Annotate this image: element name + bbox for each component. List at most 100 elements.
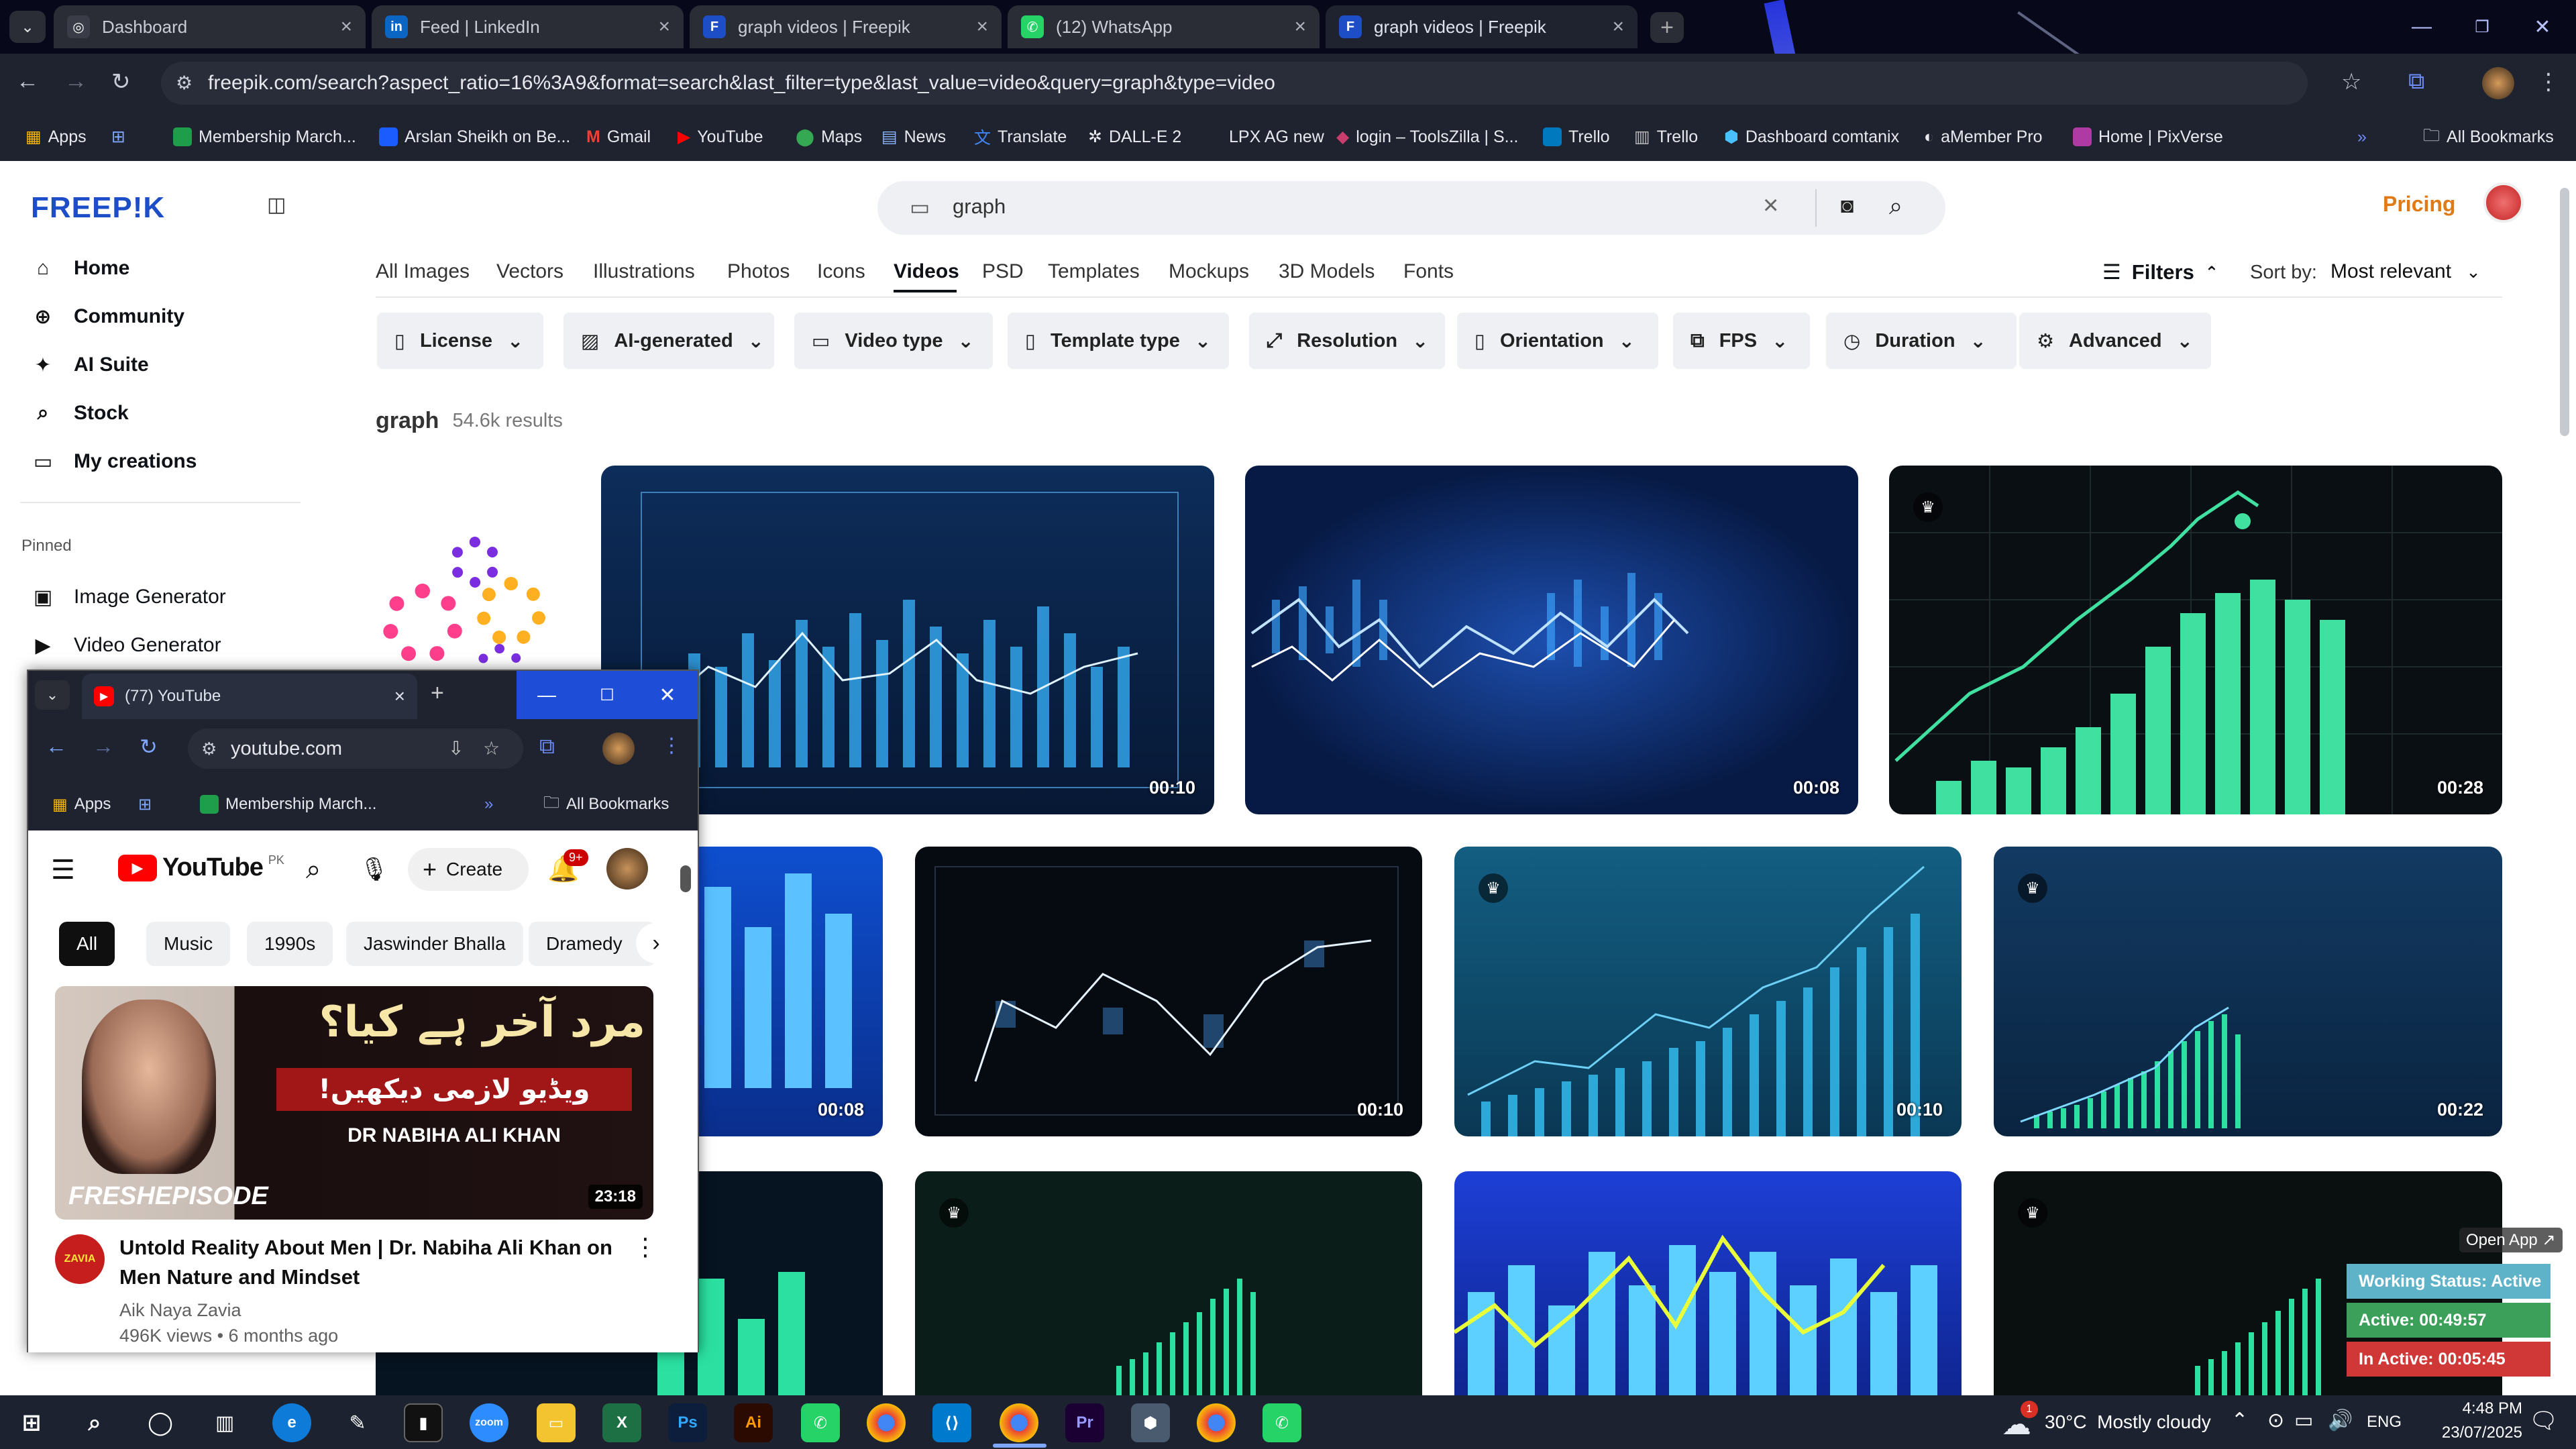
new-tab-icon[interactable]: +	[431, 680, 444, 706]
open-app-link[interactable]: Open App ↗	[2459, 1228, 2563, 1252]
minimize-button[interactable]: —	[2388, 0, 2455, 54]
video-thumbnail[interactable]: ♛	[915, 1171, 1422, 1395]
filter-resolution[interactable]: ⤢ Resolution ⌄	[1249, 313, 1445, 369]
browser-tab-linkedin[interactable]: in Feed | LinkedIn ×	[372, 5, 684, 48]
bookmark-grid[interactable]: ⊞	[111, 113, 125, 161]
chip-1990s[interactable]: 1990s	[247, 922, 333, 966]
bookmark-gmail[interactable]: M Gmail	[586, 113, 651, 161]
search-icon[interactable]: ⌕	[306, 855, 321, 885]
bookmark-trello-2[interactable]: ▥ Trello	[1634, 113, 1698, 161]
channel-avatar[interactable]: ZAVIA	[55, 1234, 105, 1284]
youtube-avatar[interactable]	[606, 848, 648, 890]
video-thumbnail[interactable]: ♛ 00:10	[1454, 847, 1962, 1136]
microphone-icon[interactable]: 🎙	[360, 856, 388, 883]
star-icon[interactable]: ☆	[2341, 68, 2361, 95]
video-thumbnail[interactable]: 00:10	[915, 847, 1422, 1136]
video-title[interactable]: Untold Reality About Men | Dr. Nabiha Al…	[119, 1233, 629, 1292]
category-vectors[interactable]: Vectors	[496, 260, 564, 283]
bookmark-news[interactable]: ▤ News	[881, 113, 946, 161]
task-view-icon[interactable]: ▥	[205, 1403, 244, 1442]
category-icons[interactable]: Icons	[817, 260, 865, 283]
whatsapp-icon[interactable]: ✆	[801, 1403, 840, 1442]
category-all-images[interactable]: All Images	[376, 260, 470, 283]
grid-icon[interactable]: ⊞	[138, 778, 152, 830]
close-icon[interactable]: ×	[340, 15, 352, 38]
menu-icon[interactable]: ⋮	[2537, 68, 2560, 95]
chrome-icon[interactable]	[867, 1403, 906, 1442]
browser-tab-freepik-active[interactable]: F graph videos | Freepik ×	[1326, 5, 1638, 48]
bookmark-apps[interactable]: ▦ Apps	[25, 113, 87, 161]
premiere-icon[interactable]: Pr	[1065, 1403, 1104, 1442]
forward-icon[interactable]: →	[93, 734, 114, 759]
vscode-icon[interactable]: ⟨⟩	[932, 1403, 971, 1442]
filters-button[interactable]: ☰ Filters ⌃	[2102, 260, 2218, 284]
bookmark-trello[interactable]: Trello	[1543, 113, 1610, 161]
bookmark-dalle[interactable]: ✲ DALL-E 2	[1088, 113, 1181, 161]
category-psd[interactable]: PSD	[982, 260, 1024, 283]
cortana-icon[interactable]: ◯	[141, 1403, 180, 1442]
close-icon[interactable]: ×	[394, 686, 405, 707]
search-icon[interactable]: ⌕	[1889, 192, 1902, 221]
notification-center-icon[interactable]: 🗨	[2529, 1407, 2558, 1434]
youtube-logo[interactable]: ▶ YouTube PK	[118, 853, 284, 882]
site-info-icon[interactable]: ⚙	[176, 62, 193, 105]
pinned-video-generator[interactable]: ▶ Video Generator	[31, 625, 221, 665]
pricing-link[interactable]: Pricing	[2383, 192, 2455, 217]
bookmark-translate[interactable]: 文 Translate	[974, 113, 1067, 161]
windows-start-icon[interactable]: ⊞	[12, 1403, 51, 1442]
extensions-icon[interactable]: ⧉	[539, 734, 555, 759]
filter-orientation[interactable]: ▯ Orientation ⌄	[1457, 313, 1658, 369]
bookmark-toolszilla[interactable]: ◆ login – ToolsZilla | S...	[1336, 113, 1519, 161]
extensions-icon[interactable]: ⧉	[2408, 68, 2424, 95]
popup-tab-youtube[interactable]: ▶ (77) YouTube ×	[82, 674, 417, 719]
nav-my-creations[interactable]: ▭ My creations	[31, 441, 197, 482]
nav-home[interactable]: ⌂ Home	[31, 248, 129, 288]
category-photos[interactable]: Photos	[727, 260, 790, 283]
back-icon[interactable]: ←	[46, 734, 67, 759]
pinned-image-generator[interactable]: ▣ Image Generator	[31, 577, 226, 617]
excel-icon[interactable]: X	[602, 1403, 641, 1442]
video-thumbnail[interactable]: مرد آخر ہے کیا؟ ویڈیو لازمی دیکھیں! DR N…	[55, 986, 653, 1220]
new-tab-button[interactable]: +	[1650, 12, 1684, 43]
video-thumbnail[interactable]	[1454, 1171, 1962, 1395]
clock-time[interactable]: 4:48 PM	[2428, 1399, 2522, 1418]
filter-video-type[interactable]: ▭ Video type ⌄	[794, 313, 993, 369]
bookmark-maps[interactable]: ⬤ Maps	[796, 113, 862, 161]
profile-avatar[interactable]	[602, 733, 635, 765]
camera-search-icon[interactable]: ◙	[1841, 193, 1854, 218]
bookmark-youtube[interactable]: ▶ YouTube	[678, 113, 763, 161]
profile-avatar[interactable]	[2482, 67, 2514, 99]
file-explorer-icon[interactable]: ▭	[537, 1403, 576, 1442]
address-bar[interactable]: ⚙ freepik.com/search?aspect_ratio=16%3A9…	[161, 62, 2308, 105]
filter-template-type[interactable]: ▯ Template type ⌄	[1008, 313, 1229, 369]
back-icon[interactable]: ←	[16, 68, 39, 95]
video-thumbnail[interactable]: ♛ 00:28	[1889, 466, 2502, 814]
site-info-icon[interactable]: ⚙	[201, 729, 217, 769]
browser-tab-freepik[interactable]: F graph videos | Freepik ×	[690, 5, 1002, 48]
clear-icon[interactable]: ×	[1763, 191, 1778, 221]
sort-select[interactable]: Most relevant ⌄	[2330, 260, 2481, 283]
filter-advanced[interactable]: ⚙ Advanced ⌄	[2019, 313, 2211, 369]
tab-search-button[interactable]: ⌄	[35, 680, 70, 710]
category-mockups[interactable]: Mockups	[1169, 260, 1249, 283]
clock-date[interactable]: 23/07/2025	[2402, 1424, 2522, 1442]
pen-icon[interactable]: ✎	[338, 1403, 377, 1442]
bookmark-lpx[interactable]: LPX AG new	[1229, 113, 1324, 161]
browser-tab-whatsapp[interactable]: ✆ (12) WhatsApp ×	[1008, 5, 1320, 48]
bookmark-pixverse[interactable]: Home | PixVerse	[2073, 113, 2223, 161]
close-icon[interactable]: ×	[658, 15, 670, 38]
freepik-logo[interactable]: FREEP!K	[31, 191, 165, 225]
language-indicator[interactable]: ENG	[2367, 1413, 2402, 1432]
photoshop-icon[interactable]: Ps	[668, 1403, 707, 1442]
edge-icon[interactable]: e	[272, 1403, 311, 1442]
all-bookmarks[interactable]: 🗀 All Bookmarks	[2423, 113, 2554, 161]
bookmarks-overflow-icon[interactable]: »	[484, 778, 493, 830]
chrome-icon[interactable]	[1197, 1403, 1236, 1442]
illustrator-icon[interactable]: Ai	[734, 1403, 773, 1442]
category-templates[interactable]: Templates	[1048, 260, 1140, 283]
chip-all[interactable]: All	[59, 922, 115, 966]
reload-icon[interactable]: ↻	[140, 734, 158, 759]
hamburger-menu-icon[interactable]: ☰	[51, 855, 75, 885]
filter-duration[interactable]: ◷ Duration ⌄	[1826, 313, 2017, 369]
maximize-button[interactable]: ☐	[577, 671, 637, 719]
